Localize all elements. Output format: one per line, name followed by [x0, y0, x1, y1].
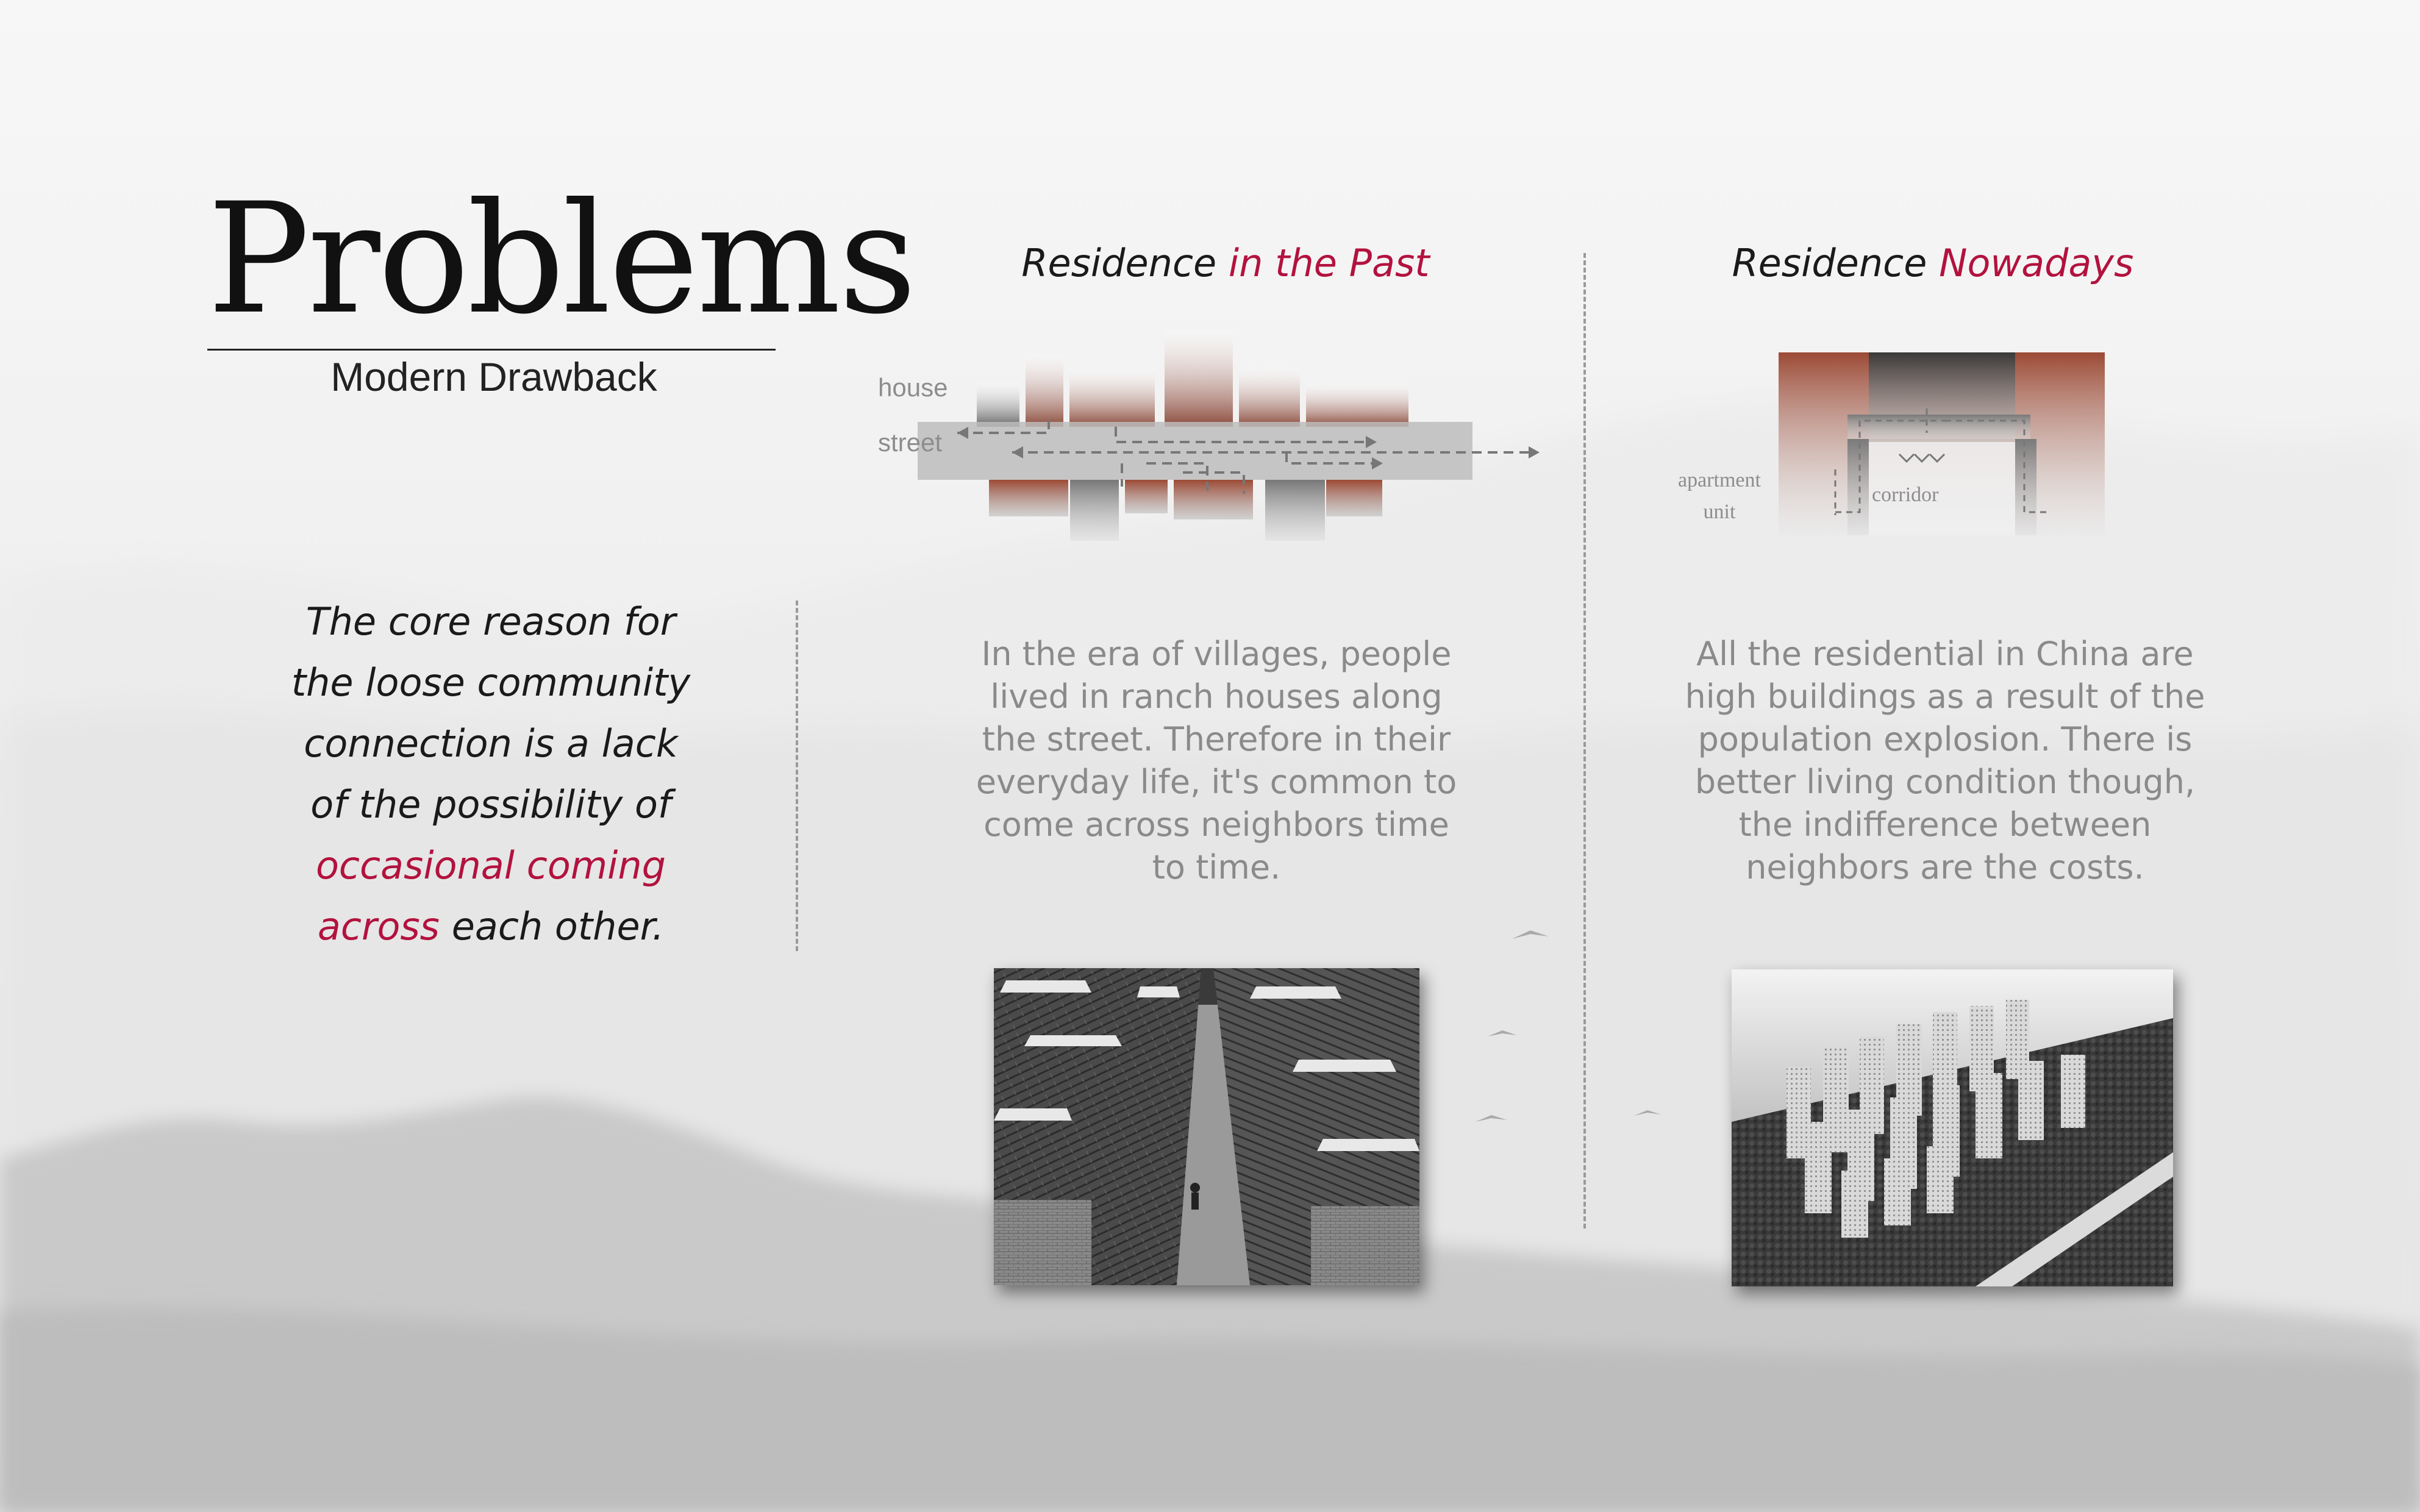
now-description: All the residential in China are high bu…	[1640, 633, 2250, 889]
now-heading: Residence Nowadays	[1597, 241, 2268, 285]
house-block	[1306, 383, 1408, 427]
lead-line: the loose community	[291, 660, 691, 705]
separator-right	[1583, 253, 1586, 1228]
lead-line: of the possibility of	[310, 782, 671, 827]
lead-line-accent: occasional coming	[315, 843, 666, 888]
now-heading-accent: Nowadays	[1939, 241, 2134, 285]
high-rise-estate-photo	[1732, 969, 2173, 1286]
house-block	[1265, 480, 1325, 541]
village-street-photo	[994, 968, 1419, 1285]
house-block	[1174, 480, 1253, 519]
now-description-line: All the residential in China are	[1696, 635, 2194, 673]
house-label: house	[878, 373, 948, 402]
apartment-unit-label: unit	[1704, 501, 1736, 523]
past-heading-main: Residence	[1021, 241, 1229, 285]
past-description-line: lived in ranch houses along	[990, 677, 1443, 716]
past-heading: Residence in the Past	[866, 241, 1585, 285]
past-description-line: to time.	[1152, 848, 1281, 886]
separator-left	[796, 601, 798, 951]
page-title: Problems	[207, 170, 917, 348]
lead-line: The core reason for	[305, 599, 676, 644]
past-heading-accent: in the Past	[1228, 241, 1430, 285]
house-block	[1125, 480, 1168, 513]
corridor-column	[1847, 439, 1869, 535]
page-subtitle: Modern Drawback	[330, 354, 657, 399]
past-street-diagram: house street	[878, 329, 1540, 541]
past-description: In the era of villages, people lived in …	[912, 633, 1521, 889]
now-description-line: high buildings as a result of the	[1685, 677, 2205, 716]
now-heading-main: Residence	[1732, 241, 1940, 285]
now-description-line: population explosion. There is	[1697, 720, 2193, 758]
house-block	[1070, 480, 1119, 541]
house-block	[1026, 354, 1063, 427]
corridor-label: corridor	[1872, 483, 1939, 506]
house-block	[977, 381, 1019, 427]
lead-line: across each other.	[241, 896, 741, 957]
title-divider	[207, 349, 776, 351]
house-block	[1326, 480, 1382, 516]
past-description-line: In the era of villages, people	[981, 635, 1452, 673]
house-block	[1239, 367, 1300, 427]
street-label: street	[878, 428, 942, 457]
corridor-column	[2015, 439, 2036, 535]
lead-line: connection is a lack	[304, 721, 678, 766]
house-block	[989, 480, 1068, 516]
past-description-line: everyday life, it's common to	[976, 763, 1457, 801]
lead-statement: The core reason for the loose community …	[241, 591, 741, 957]
corridor-band	[1847, 415, 2030, 439]
past-description-line: come across neighbors time	[983, 805, 1449, 844]
now-apartment-diagram: apartment unit corridor	[1678, 352, 2105, 535]
now-description-line: neighbors are the costs.	[1746, 848, 2144, 886]
apartment-unit-label: apartment	[1678, 469, 1761, 491]
now-description-line: the indifference between	[1738, 805, 2152, 844]
past-description-line: the street. Therefore in their	[982, 720, 1451, 758]
house-block	[1069, 369, 1155, 427]
house-block	[1165, 329, 1233, 427]
street-band	[918, 422, 1472, 480]
now-description-line: better living condition though,	[1694, 763, 2196, 801]
lead-line-rest: each other.	[439, 904, 665, 949]
lead-accent-word: across	[317, 904, 440, 949]
